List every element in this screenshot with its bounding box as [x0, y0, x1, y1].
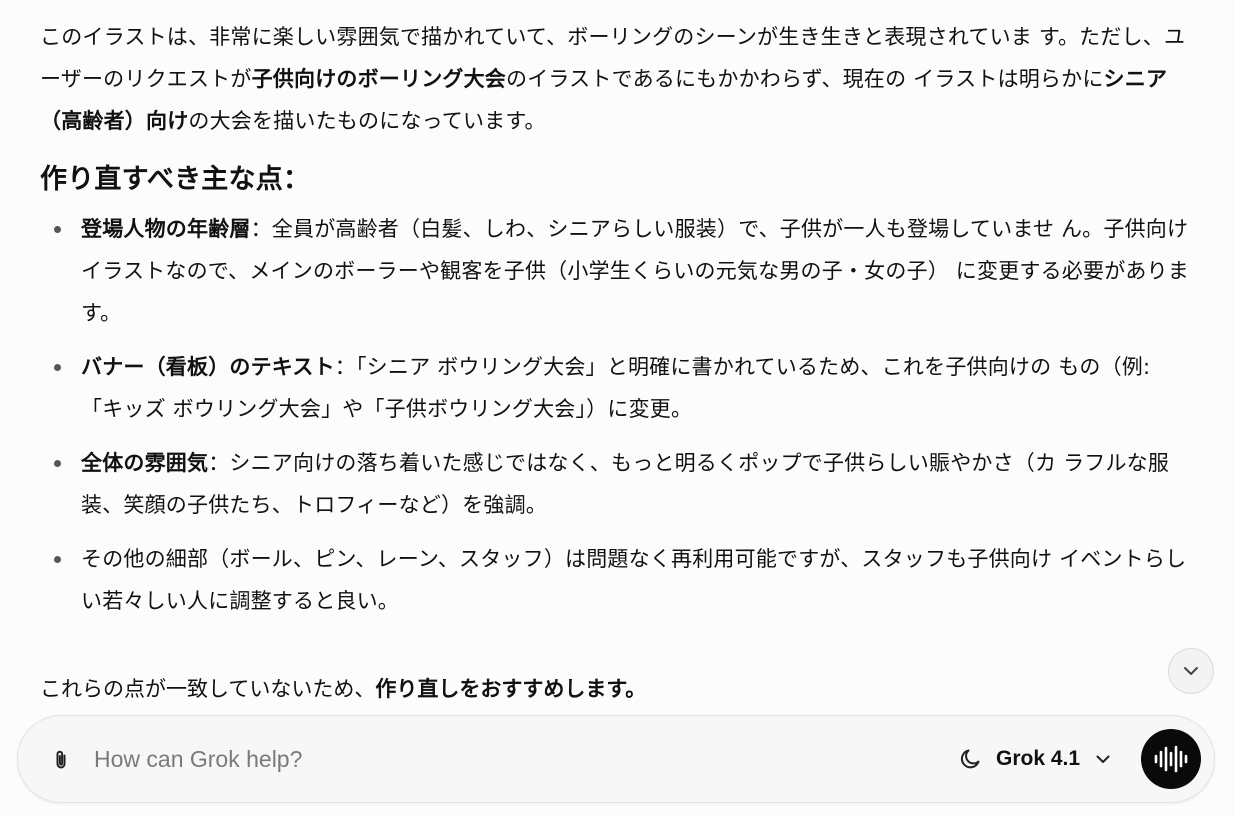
list-item: バナー（看板）のテキスト：「シニア ボウリング大会」と明確に書かれているため、こ… — [54, 346, 1190, 430]
intro-paragraph: このイラストは、非常に楽しい雰囲気で描かれていて、ボーリングのシーンが生き生きと… — [40, 16, 1190, 142]
chat-composer: Grok 4.1 — [17, 715, 1215, 803]
list-item-bold: 全体の雰囲気 — [81, 451, 209, 475]
list-item: その他の細部（ボール、ピン、レーン、スタッフ）は問題なく再利用可能ですが、スタッ… — [54, 538, 1190, 622]
intro-bold-1: 子供向けのボーリング大会 — [251, 67, 506, 91]
list-item-text: その他の細部（ボール、ピン、レーン、スタッフ）は問題なく再利用可能ですが、スタッ… — [81, 547, 1187, 613]
list-item: 登場人物の年齢層：全員が高齢者（白髪、しわ、シニアらしい服装）で、子供が一人も登… — [54, 208, 1190, 334]
closing-bold: 作り直しをおすすめします。 — [375, 677, 647, 701]
closing-paragraph: これらの点が一致していないため、作り直しをおすすめします。 — [40, 668, 646, 710]
list-item: 全体の雰囲気：シニア向けの落ち着いた感じではなく、もっと明るくポップで子供らしい… — [54, 442, 1190, 526]
prompt-input[interactable] — [94, 738, 914, 780]
assistant-message: このイラストは、非常に楽しい雰囲気で描かれていて、ボーリングのシーンが生き生きと… — [40, 16, 1190, 634]
voice-mode-button[interactable] — [1141, 729, 1201, 789]
attach-button[interactable] — [48, 747, 74, 773]
points-list: 登場人物の年齢層：全員が高齢者（白髪、しわ、シニアらしい服装）で、子供が一人も登… — [40, 208, 1190, 622]
model-name: Grok 4.1 — [996, 747, 1081, 770]
paperclip-icon — [56, 750, 66, 769]
scroll-to-bottom-button[interactable] — [1168, 648, 1214, 694]
section-heading: 作り直すべき主な点： — [40, 164, 311, 195]
intro-text-2: のイラストであるにもかかわらず、現在の イラストは明らかに — [506, 67, 1104, 91]
list-item-bold: バナー（看板）のテキスト — [81, 355, 335, 379]
chat-page: このイラストは、非常に楽しい雰囲気で描かれていて、ボーリングのシーンが生き生きと… — [0, 0, 1234, 816]
voice-waveform-icon — [1154, 745, 1188, 773]
list-item-text: ：シニア向けの落ち着いた感じではなく、もっと明るくポップで子供らしい賑やかさ（カ… — [81, 451, 1170, 517]
model-selector[interactable]: Grok 4.1 — [996, 740, 1112, 778]
list-item-bold: 登場人物の年齢層 — [81, 217, 251, 241]
moon-icon[interactable] — [958, 746, 984, 772]
closing-text: これらの点が一致していないため、 — [40, 677, 376, 701]
intro-text-3: の大会を描いたものになっています。 — [188, 109, 546, 133]
chevron-down-icon — [1096, 755, 1110, 763]
chevron-down-icon — [1184, 667, 1198, 675]
